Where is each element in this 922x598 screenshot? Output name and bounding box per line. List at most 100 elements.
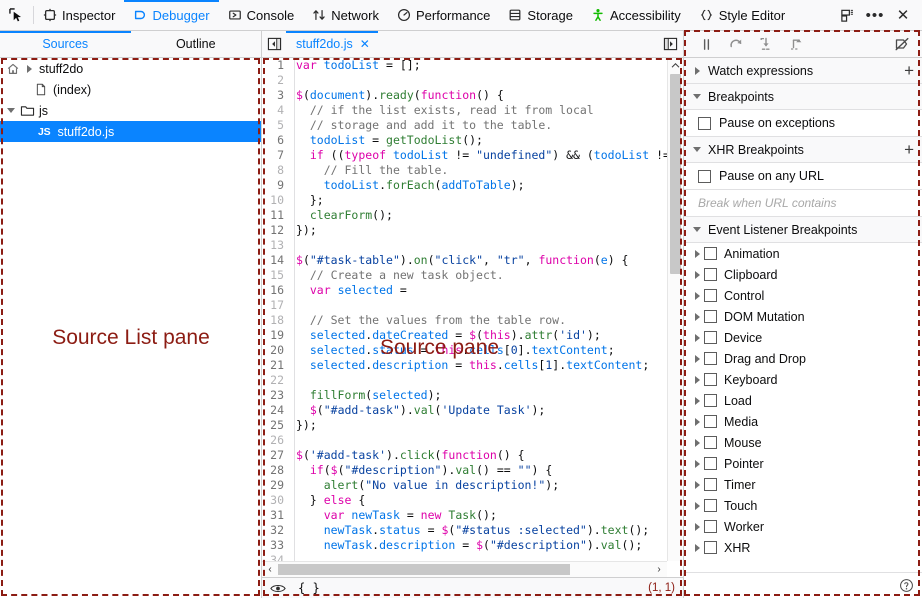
- code-line[interactable]: 33 newTask.description = $("#description…: [262, 538, 667, 553]
- event-category-checkbox[interactable]: [704, 310, 717, 323]
- code-text[interactable]: newTask.status = $("#status :selected").…: [290, 523, 649, 538]
- chevron-right-icon[interactable]: [690, 502, 704, 510]
- event-category-checkbox[interactable]: [704, 520, 717, 533]
- editor-horizontal-scrollbar[interactable]: ‹ ›: [262, 561, 667, 577]
- line-number[interactable]: 14: [262, 253, 290, 268]
- event-category-row[interactable]: Worker: [684, 516, 922, 537]
- tab-storage[interactable]: Storage: [499, 0, 582, 30]
- step-over-button[interactable]: [722, 32, 750, 56]
- chevron-right-icon[interactable]: [690, 460, 704, 468]
- event-category-checkbox[interactable]: [704, 478, 717, 491]
- chevron-right-icon[interactable]: [690, 313, 704, 321]
- line-number[interactable]: 13: [262, 238, 290, 253]
- code-text[interactable]: fillForm(selected);: [290, 388, 441, 403]
- code-text[interactable]: $("#add-task").val('Update Task');: [290, 403, 545, 418]
- code-text[interactable]: todoList = getTodoList();: [290, 133, 483, 148]
- tab-inspector[interactable]: Inspector: [34, 0, 124, 30]
- line-number[interactable]: 19: [262, 328, 290, 343]
- code-line[interactable]: 17: [262, 298, 667, 313]
- code-line[interactable]: 31 var newTask = new Task();: [262, 508, 667, 523]
- code-text[interactable]: // Create a new task object.: [290, 268, 504, 283]
- event-category-checkbox[interactable]: [704, 457, 717, 470]
- line-number[interactable]: 34: [262, 553, 290, 561]
- event-category-checkbox[interactable]: [704, 394, 717, 407]
- line-number[interactable]: 9: [262, 178, 290, 193]
- pause-on-exceptions-checkbox[interactable]: [698, 117, 711, 130]
- line-number[interactable]: 16: [262, 283, 290, 298]
- line-number[interactable]: 28: [262, 463, 290, 478]
- line-number[interactable]: 3: [262, 88, 290, 103]
- tree-item-stuff2do-js[interactable]: JS stuff2do.js: [0, 121, 261, 142]
- event-category-row[interactable]: Mouse: [684, 432, 922, 453]
- event-category-checkbox[interactable]: [704, 289, 717, 302]
- code-text[interactable]: newTask.description = $("#description").…: [290, 538, 642, 553]
- line-number[interactable]: 10: [262, 193, 290, 208]
- pretty-print-button[interactable]: { }: [298, 581, 320, 595]
- scroll-right-arrow-icon[interactable]: ›: [651, 564, 667, 575]
- line-number[interactable]: 20: [262, 343, 290, 358]
- step-out-button[interactable]: [782, 32, 810, 56]
- code-text[interactable]: selected.status = this.cells[0].textCont…: [290, 343, 615, 358]
- chevron-right-icon[interactable]: [690, 334, 704, 342]
- event-category-checkbox[interactable]: [704, 541, 717, 554]
- event-category-row[interactable]: Drag and Drop: [684, 348, 922, 369]
- chevron-right-icon[interactable]: [690, 250, 704, 258]
- chevron-right-icon[interactable]: [690, 355, 704, 363]
- event-category-checkbox[interactable]: [704, 268, 717, 281]
- code-text[interactable]: // storage and add it to the table.: [290, 118, 552, 133]
- code-line[interactable]: 32 newTask.status = $("#status :selected…: [262, 523, 667, 538]
- code-line[interactable]: 14$("#task-table").on("click", "tr", fun…: [262, 253, 667, 268]
- code-text[interactable]: if($("#description").val() == "") {: [290, 463, 552, 478]
- event-category-row[interactable]: Pointer: [684, 453, 922, 474]
- code-text[interactable]: [290, 238, 296, 253]
- line-number[interactable]: 18: [262, 313, 290, 328]
- code-line[interactable]: 6 todoList = getTodoList();: [262, 133, 667, 148]
- code-text[interactable]: var newTask = new Task();: [290, 508, 497, 523]
- code-line[interactable]: 11 clearForm();: [262, 208, 667, 223]
- tab-console[interactable]: Console: [219, 0, 304, 30]
- pause-on-exceptions-row[interactable]: Pause on exceptions: [684, 110, 922, 137]
- tab-outline[interactable]: Outline: [131, 31, 262, 57]
- line-number[interactable]: 6: [262, 133, 290, 148]
- code-text[interactable]: [290, 298, 296, 313]
- code-text[interactable]: // if the list exists, read it from loca…: [290, 103, 594, 118]
- code-line[interactable]: 23 fillForm(selected);: [262, 388, 667, 403]
- scroll-up-arrow-icon[interactable]: [668, 58, 682, 73]
- code-line[interactable]: 9 todoList.forEach(addToTable);: [262, 178, 667, 193]
- chevron-right-icon[interactable]: [690, 544, 704, 552]
- event-category-row[interactable]: Control: [684, 285, 922, 306]
- event-category-checkbox[interactable]: [704, 373, 717, 386]
- tab-accessibility[interactable]: Accessibility: [582, 0, 690, 30]
- close-icon[interactable]: ✕: [360, 37, 370, 51]
- code-line[interactable]: 22: [262, 373, 667, 388]
- event-category-row[interactable]: XHR: [684, 537, 922, 558]
- code-text[interactable]: [290, 433, 296, 448]
- section-breakpoints[interactable]: Breakpoints: [684, 84, 922, 110]
- event-category-checkbox[interactable]: [704, 436, 717, 449]
- code-text[interactable]: todoList.forEach(addToTable);: [290, 178, 525, 193]
- xhr-url-input-row[interactable]: Break when URL contains: [684, 190, 922, 217]
- code-text[interactable]: [290, 73, 296, 88]
- line-number[interactable]: 7: [262, 148, 290, 163]
- code-line[interactable]: 20 selected.status = this.cells[0].textC…: [262, 343, 667, 358]
- event-category-row[interactable]: Media: [684, 411, 922, 432]
- line-number[interactable]: 1: [262, 58, 290, 73]
- horizontal-scroll-track[interactable]: [278, 564, 651, 575]
- help-circle-icon[interactable]: [899, 578, 914, 593]
- source-pane[interactable]: 1var todoList = [];23$(document).ready(f…: [262, 58, 683, 598]
- element-picker-icon[interactable]: [0, 0, 33, 30]
- tab-sources[interactable]: Sources: [0, 31, 131, 57]
- code-text[interactable]: var todoList = [];: [290, 58, 421, 73]
- code-text[interactable]: alert("No value in description!");: [290, 478, 559, 493]
- code-line[interactable]: 34: [262, 553, 667, 561]
- event-category-checkbox[interactable]: [704, 247, 717, 260]
- code-line[interactable]: 26: [262, 433, 667, 448]
- code-text[interactable]: $(document).ready(function() {: [290, 88, 504, 103]
- horizontal-scroll-thumb[interactable]: [278, 564, 570, 575]
- code-text[interactable]: var selected =: [290, 283, 414, 298]
- code-line[interactable]: 8 // Fill the table.: [262, 163, 667, 178]
- chevron-right-icon[interactable]: [690, 523, 704, 531]
- code-line[interactable]: 25});: [262, 418, 667, 433]
- event-category-row[interactable]: DOM Mutation: [684, 306, 922, 327]
- code-line[interactable]: 2: [262, 73, 667, 88]
